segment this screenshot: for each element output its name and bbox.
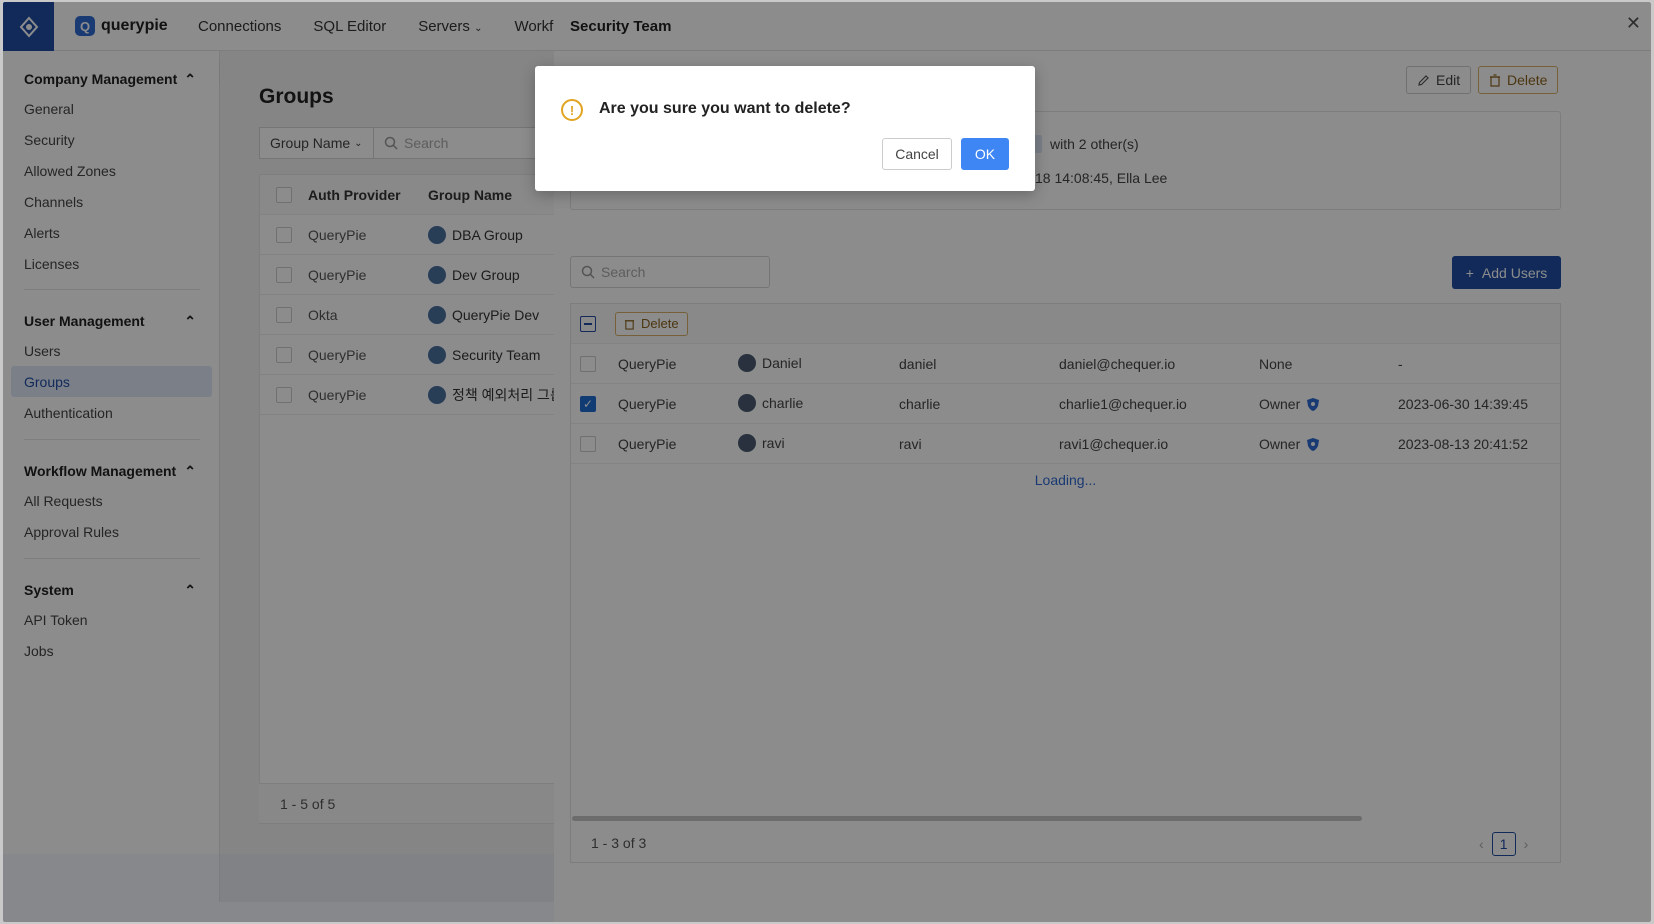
confirm-delete-dialog: ! Are you sure you want to delete? Cance…: [535, 66, 1035, 191]
cancel-button[interactable]: Cancel: [882, 138, 952, 170]
ok-button[interactable]: OK: [961, 138, 1009, 170]
dialog-message: Are you sure you want to delete?: [599, 100, 851, 117]
bottom-strip: [3, 854, 554, 922]
overlay-backdrop[interactable]: [3, 2, 554, 922]
warning-icon: !: [561, 99, 583, 121]
app-window: Q querypie Connections SQL Editor Server…: [3, 2, 1651, 922]
